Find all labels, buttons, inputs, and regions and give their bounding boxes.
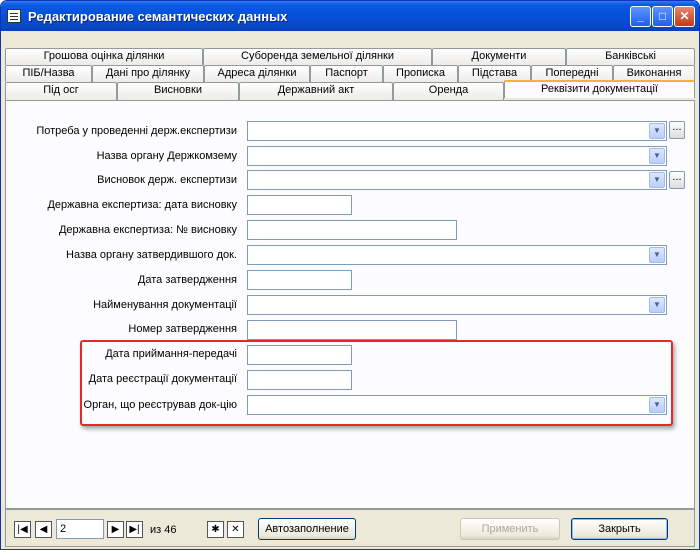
derzhkomzem-organ-combo[interactable]: ▼ <box>247 146 667 166</box>
approval-date-input[interactable] <box>247 270 352 290</box>
window: Редактирование семантических данных _ □ … <box>0 0 700 550</box>
field-label: Назва органу Держкомзему <box>96 150 237 162</box>
tab-sublease[interactable]: Суборенда земельної ділянки <box>203 48 432 65</box>
apply-button[interactable]: Применить <box>460 518 560 540</box>
tab-under-osg[interactable]: Під осг <box>5 82 117 100</box>
tab-banking[interactable]: Банківські <box>566 48 695 65</box>
prev-record-button[interactable]: ◀ <box>35 521 52 538</box>
tab-lease[interactable]: Оренда <box>393 82 504 100</box>
tab-documents[interactable]: Документи <box>432 48 566 65</box>
documentation-name-combo[interactable]: ▼ <box>247 295 667 315</box>
tab-conclusions[interactable]: Висновки <box>117 82 239 100</box>
last-record-button[interactable]: ▶| <box>126 521 143 538</box>
expertise-conclusion-combo[interactable]: ▼ <box>247 170 667 190</box>
form-icon <box>7 9 21 23</box>
tab-plot-data[interactable]: Дані про ділянку <box>92 65 204 82</box>
tab-documentation-details[interactable]: Реквізити документації <box>504 80 695 98</box>
field-label: Найменування документації <box>93 299 237 311</box>
close-button[interactable]: Закрыть <box>571 518 668 540</box>
tab-money-valuation[interactable]: Грошова оцінка ділянки <box>5 48 203 65</box>
record-count: из 46 <box>150 524 177 536</box>
new-record-button[interactable]: ✱ <box>207 521 224 538</box>
approval-number-input[interactable] <box>247 320 457 340</box>
highlight-annotation <box>80 340 673 426</box>
record-number-input[interactable]: 2 <box>56 519 104 539</box>
tab-plot-address[interactable]: Адреса ділянки <box>204 65 310 82</box>
chevron-down-icon[interactable]: ▼ <box>649 247 665 263</box>
field-label: Державна експертиза: № висновку <box>58 224 237 236</box>
chevron-down-icon[interactable]: ▼ <box>649 148 665 164</box>
approving-organ-combo[interactable]: ▼ <box>247 245 667 265</box>
field-label: Висновок держ. експертизи <box>97 174 237 186</box>
tab-name[interactable]: ПІБ/Назва <box>5 65 92 82</box>
field-label: Назва органу затвердившого док. <box>66 249 237 261</box>
expertise-number-input[interactable] <box>247 220 457 240</box>
next-record-button[interactable]: ▶ <box>107 521 124 538</box>
tab-state-act[interactable]: Державний акт <box>239 82 393 100</box>
field-label: Номер затвердження <box>128 323 237 335</box>
delete-record-button[interactable]: ✕ <box>227 521 244 538</box>
minimize-button[interactable]: _ <box>630 6 651 27</box>
browse-button[interactable]: ... <box>669 171 685 189</box>
window-title: Редактирование семантических данных <box>28 9 288 24</box>
chevron-down-icon[interactable]: ▼ <box>649 123 665 139</box>
chevron-down-icon[interactable]: ▼ <box>649 297 665 313</box>
browse-button[interactable]: ... <box>669 121 685 139</box>
expertise-need-combo[interactable]: ▼ <box>247 121 667 141</box>
tab-registration[interactable]: Прописка <box>383 65 458 82</box>
title-bar: Редактирование семантических данных _ □ … <box>1 1 699 31</box>
field-label: Потреба у проведенні держ.експертизи <box>36 125 237 137</box>
close-window-button[interactable]: ✕ <box>674 6 695 27</box>
first-record-button[interactable]: |◀ <box>14 521 31 538</box>
autofill-button[interactable]: Автозаполнение <box>258 518 356 540</box>
tab-passport[interactable]: Паспорт <box>310 65 383 82</box>
maximize-button[interactable]: □ <box>652 6 673 27</box>
chevron-down-icon[interactable]: ▼ <box>649 172 665 188</box>
record-navigator: |◀ ◀ 2 ▶ ▶| из 46 ✱ ✕ Автозаполнение При… <box>5 509 695 547</box>
expertise-date-input[interactable] <box>247 195 352 215</box>
field-label: Державна експертиза: дата висновку <box>47 199 237 211</box>
field-label: Дата затвердження <box>137 274 237 286</box>
